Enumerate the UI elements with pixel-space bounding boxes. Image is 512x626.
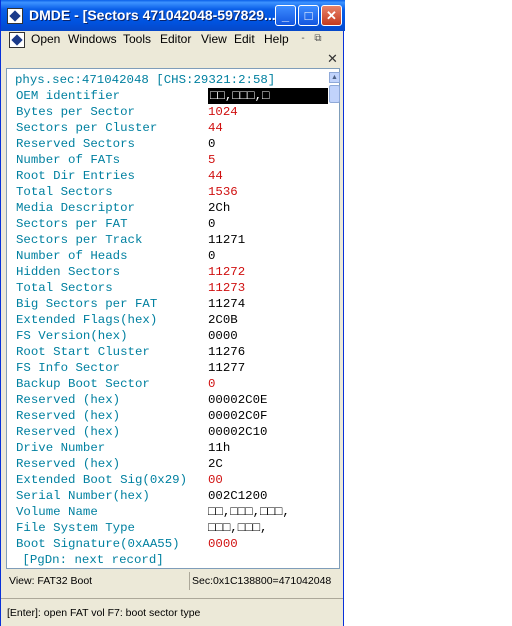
mdi-minimize-button[interactable]: - [296, 33, 310, 45]
field-value[interactable]: 11271 [208, 232, 245, 248]
document-icon[interactable] [9, 32, 25, 48]
menu-windows[interactable]: Windows [68, 32, 117, 46]
field-value[interactable]: 0000 [208, 536, 238, 552]
menu-bar: Open Windows Tools Editor View Edit Help [1, 31, 343, 49]
field-value[interactable]: 00002C0E [208, 392, 268, 408]
field-label: Reserved (hex) [16, 393, 121, 407]
key-hint-bar: [Enter]: open FAT vol F7: boot sector ty… [1, 598, 343, 626]
dmde-window: DMDE - [Sectors 471042048-597829... _ □ … [0, 0, 345, 626]
field-label: FS Info Sector [16, 361, 121, 375]
field-value[interactable]: 11276 [208, 344, 245, 360]
status-view: View: FAT32 Boot [9, 575, 93, 587]
menu-tools[interactable]: Tools [123, 32, 151, 46]
field-label: Extended Flags(hex) [16, 313, 158, 327]
app-icon[interactable] [7, 8, 23, 24]
field-value[interactable]: 11277 [208, 360, 245, 376]
field-label: Volume Name [16, 505, 98, 519]
field-label: Sectors per FAT [16, 217, 128, 231]
mdi-restore-button[interactable]: ⧉ [311, 33, 325, 45]
status-bar: View: FAT32 Boot Sec:0x1C138800=47104204… [6, 570, 340, 592]
scroll-up-icon[interactable]: ▲ [329, 72, 340, 83]
field-label: Reserved Sectors [16, 137, 135, 151]
menu-view[interactable]: View [201, 32, 227, 46]
title-bar[interactable]: DMDE - [Sectors 471042048-597829... _ □ … [1, 0, 345, 31]
field-value[interactable]: 2C0B [208, 312, 238, 328]
field-value[interactable]: 2Ch [208, 200, 230, 216]
field-value[interactable]: 1024 [208, 104, 238, 120]
field-value[interactable]: □□,□□□,□ [208, 88, 328, 104]
field-value[interactable]: 0 [208, 376, 215, 392]
field-label: Number of FATs [16, 153, 121, 167]
status-sector: Sec:0x1C138800=471042048 [192, 575, 332, 587]
field-value[interactable]: 5 [208, 152, 215, 168]
vertical-scrollbar[interactable]: ▲ [329, 72, 340, 566]
field-value[interactable]: 11h [208, 440, 230, 456]
field-label: Reserved (hex) [16, 425, 121, 439]
field-label: Total Sectors [16, 185, 113, 199]
key-hint: [Enter]: open FAT vol F7: boot sector ty… [7, 607, 201, 619]
field-value[interactable]: 44 [208, 120, 223, 136]
maximize-button[interactable]: □ [298, 5, 319, 26]
field-value[interactable]: 11273 [208, 280, 245, 296]
field-label: Backup Boot Sector [16, 377, 150, 391]
field-value[interactable]: 11272 [208, 264, 245, 280]
field-value[interactable]: □□,□□□,□□□, [208, 504, 290, 520]
field-label: Sectors per Cluster [16, 121, 158, 135]
field-label: Serial Number(hex) [16, 489, 150, 503]
field-label: File System Type [16, 521, 135, 535]
field-label: OEM identifier [16, 89, 121, 103]
field-value[interactable]: 11274 [208, 296, 245, 312]
field-value[interactable]: 1536 [208, 184, 238, 200]
field-value[interactable]: 0 [208, 136, 215, 152]
field-label: Big Sectors per FAT [16, 297, 158, 311]
field-label: Sectors per Track [16, 233, 143, 247]
field-value[interactable]: 0000 [208, 328, 238, 344]
field-label: FS Version(hex) [16, 329, 128, 343]
field-value[interactable]: 00002C0F [208, 408, 268, 424]
sector-header: phys.sec:471042048 [CHS:29321:2:58] [15, 73, 276, 87]
field-label: Media Descriptor [16, 201, 135, 215]
field-value[interactable]: 0 [208, 216, 215, 232]
menu-edit[interactable]: Edit [234, 32, 255, 46]
field-label: Drive Number [16, 441, 106, 455]
field-label: Extended Boot Sig(0x29) [16, 473, 188, 487]
field-label: Reserved (hex) [16, 457, 121, 471]
next-record-hint[interactable]: [PgDn: next record] [15, 552, 163, 568]
scroll-thumb[interactable] [329, 85, 340, 103]
close-button[interactable]: ✕ [321, 5, 342, 26]
field-value[interactable]: 0 [208, 248, 215, 264]
field-value[interactable]: 00002C10 [208, 424, 268, 440]
field-value[interactable]: □□□,□□□, [208, 520, 268, 536]
menu-editor[interactable]: Editor [160, 32, 191, 46]
field-label: Bytes per Sector [16, 105, 135, 119]
field-label: Boot Signature(0xAA55) [16, 537, 180, 551]
field-label: Hidden Sectors [16, 265, 121, 279]
menu-open[interactable]: Open [31, 32, 60, 46]
window-title: DMDE - [Sectors 471042048-597829... [29, 7, 276, 23]
field-value[interactable]: 00 [208, 472, 223, 488]
field-label: Number of Heads [16, 249, 128, 263]
field-label: Reserved (hex) [16, 409, 121, 423]
field-value[interactable]: 002C1200 [208, 488, 268, 504]
field-value[interactable]: 44 [208, 168, 223, 184]
menu-help[interactable]: Help [264, 32, 289, 46]
field-label: Root Dir Entries [16, 169, 135, 183]
document-close-icon[interactable]: ✕ [327, 51, 338, 67]
sector-view[interactable]: phys.sec:471042048 [CHS:29321:2:58] OEM … [6, 68, 340, 569]
status-divider [189, 572, 190, 590]
field-label: Root Start Cluster [16, 345, 150, 359]
field-label: Total Sectors [16, 281, 113, 295]
minimize-button[interactable]: _ [275, 5, 296, 26]
field-value[interactable]: 2C [208, 456, 223, 472]
document-close-bar [1, 49, 343, 67]
